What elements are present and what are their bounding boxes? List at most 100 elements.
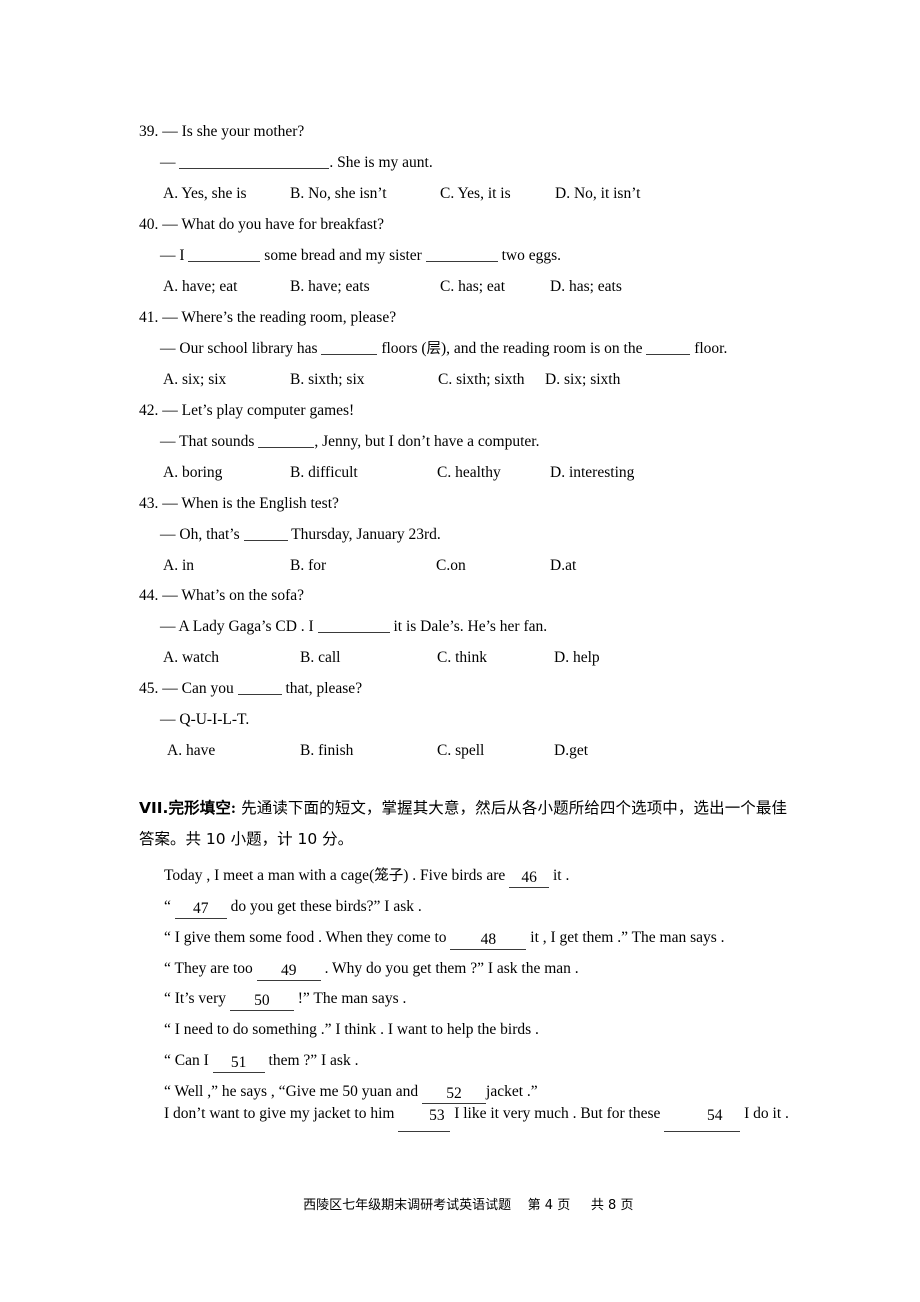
option-d[interactable]: D.at bbox=[550, 557, 576, 575]
option-a[interactable]: A. six; six bbox=[163, 371, 226, 389]
passage-text: it . bbox=[549, 867, 570, 884]
question-44-answer-line: — A Lady Gaga’s CD . I it is Dale’s. He’… bbox=[160, 618, 547, 636]
footer-gap-1 bbox=[511, 1198, 528, 1213]
question-41-number: 41. bbox=[139, 309, 159, 326]
fill-blank-49[interactable]: 49 bbox=[256, 962, 321, 981]
page-footer: 西陵区七年级期末调研考试英语试题 第 4 页 共 8 页 bbox=[0, 1179, 920, 1228]
final-para-mid: I like it very much . But for these bbox=[450, 1105, 665, 1122]
option-a[interactable]: A. boring bbox=[163, 464, 222, 482]
fill-blank-51[interactable]: 51 bbox=[212, 1054, 265, 1073]
option-d[interactable]: D.get bbox=[554, 742, 588, 760]
fill-blank[interactable] bbox=[188, 261, 261, 262]
option-b[interactable]: B. sixth; six bbox=[290, 371, 365, 389]
question-42-answer-line: — That sounds , Jenny, but I don’t have … bbox=[160, 433, 539, 451]
passage-text: it , I get them .” The man says . bbox=[526, 929, 725, 946]
answer-line-mid2: ), and the reading room is on the bbox=[441, 340, 647, 357]
question-39-prompt-text: — Is she your mother? bbox=[162, 123, 305, 140]
option-b[interactable]: B. No, she isn’t bbox=[290, 185, 387, 203]
option-c[interactable]: C. healthy bbox=[437, 464, 501, 482]
dash-prefix: — bbox=[160, 154, 180, 171]
answer-line-mid: floors ( bbox=[377, 340, 427, 357]
passage-text: . Why do you get them ?” I ask the man . bbox=[320, 960, 579, 977]
answer-line-tail: Thursday, January 23rd. bbox=[287, 526, 441, 543]
question-39-number: 39. bbox=[139, 123, 159, 140]
fill-blank-53[interactable]: 53 bbox=[398, 1100, 451, 1132]
final-para-post: I do it . bbox=[740, 1105, 789, 1122]
option-b[interactable]: B. difficult bbox=[290, 464, 358, 482]
option-c[interactable]: C. Yes, it is bbox=[440, 185, 511, 203]
option-d[interactable]: D. help bbox=[554, 649, 600, 667]
question-44-number: 44. bbox=[139, 587, 159, 604]
option-b[interactable]: B. for bbox=[290, 557, 326, 575]
option-a[interactable]: A. in bbox=[163, 557, 194, 575]
section-vii-instruction: 先通读下面的短文，掌握其大意，然后从各小题所给四个选项中，选出一个最佳答案。共 … bbox=[139, 799, 787, 848]
cloze-line: “ I give them some food . When they come… bbox=[139, 929, 725, 950]
fill-blank[interactable] bbox=[243, 540, 288, 541]
section-vii-heading: VII.完形填空: 先通读下面的短文，掌握其大意，然后从各小题所给四个选项中，选… bbox=[139, 793, 787, 855]
dash-prefix: — That sounds bbox=[160, 433, 259, 450]
passage-text: “ Can I bbox=[164, 1052, 213, 1069]
fill-blank-46[interactable]: 46 bbox=[509, 869, 550, 888]
passage-text: “ They are too bbox=[164, 960, 257, 977]
cloze-line: “ It’s very 50 !” The man says . bbox=[139, 990, 406, 1011]
fill-blank-50[interactable]: 50 bbox=[229, 992, 294, 1011]
option-a[interactable]: A. have; eat bbox=[163, 278, 237, 296]
exam-page: 39. — Is she your mother? — . She is my … bbox=[0, 0, 920, 1302]
final-para-pre: I don’t want to give my jacket to him bbox=[164, 1105, 399, 1122]
question-41-prompt: 41. — Where’s the reading room, please? bbox=[139, 309, 396, 327]
dash-prefix: — A Lady Gaga’s CD . I bbox=[160, 618, 318, 635]
fill-blank[interactable] bbox=[425, 261, 498, 262]
option-d[interactable]: D. has; eats bbox=[550, 278, 622, 296]
footer-page-number: 4 bbox=[544, 1198, 554, 1213]
footer-gap-4 bbox=[570, 1198, 591, 1213]
passage-text: “ It’s very bbox=[164, 990, 230, 1007]
cloze-line: Today , I meet a man with a cage(笼子) . F… bbox=[139, 867, 569, 888]
answer-line-tail: floor. bbox=[690, 340, 728, 357]
option-a[interactable]: A. Yes, she is bbox=[163, 185, 247, 203]
chinese-gloss: 笼子 bbox=[374, 868, 404, 884]
cloze-line: “ Can I 51 them ?” I ask . bbox=[139, 1052, 358, 1073]
option-d[interactable]: D. interesting bbox=[550, 464, 634, 482]
fill-blank[interactable] bbox=[179, 168, 330, 169]
option-a[interactable]: A. have bbox=[167, 742, 215, 760]
fill-blank[interactable] bbox=[237, 694, 282, 695]
question-40-prompt-text: — What do you have for breakfast? bbox=[162, 216, 385, 233]
fill-blank[interactable] bbox=[321, 354, 378, 355]
fill-blank[interactable] bbox=[317, 632, 390, 633]
footer-total-prefix: 共 bbox=[590, 1198, 604, 1213]
question-41-answer-line: — Our school library has floors (层), and… bbox=[160, 340, 727, 358]
question-44-prompt: 44. — What’s on the sofa? bbox=[139, 587, 304, 605]
option-c[interactable]: C. think bbox=[437, 649, 487, 667]
option-b[interactable]: B. call bbox=[300, 649, 340, 667]
answer-line-mid: some bread and my sister bbox=[260, 247, 426, 264]
option-c[interactable]: C. sixth; sixth bbox=[438, 371, 525, 389]
question-40-prompt: 40. — What do you have for breakfast? bbox=[139, 216, 384, 234]
fill-blank-47[interactable]: 47 bbox=[174, 900, 227, 919]
option-a[interactable]: A. watch bbox=[163, 649, 219, 667]
question-42-prompt-text: — Let’s play computer games! bbox=[162, 402, 355, 419]
fill-blank[interactable] bbox=[258, 447, 315, 448]
option-c[interactable]: C. spell bbox=[437, 742, 484, 760]
option-d[interactable]: D. No, it isn’t bbox=[555, 185, 640, 203]
passage-text: “ I need to do something .” I think . I … bbox=[164, 1021, 539, 1038]
chinese-gloss: 层 bbox=[426, 341, 442, 357]
dash-prefix: — Our school library has bbox=[160, 340, 322, 357]
passage-text: !” The man says . bbox=[293, 990, 407, 1007]
option-c[interactable]: C.on bbox=[436, 557, 466, 575]
dash-prefix: — Oh, that’s bbox=[160, 526, 244, 543]
question-45-prompt-post: that, please? bbox=[281, 680, 363, 697]
fill-blank[interactable] bbox=[646, 354, 691, 355]
fill-blank-54[interactable]: 54 bbox=[664, 1100, 741, 1132]
fill-blank-48[interactable]: 48 bbox=[450, 931, 527, 950]
dash-prefix: — I bbox=[160, 247, 189, 264]
option-b[interactable]: B. finish bbox=[300, 742, 353, 760]
option-d[interactable]: D. six; sixth bbox=[545, 371, 620, 389]
option-c[interactable]: C. has; eat bbox=[440, 278, 505, 296]
question-41-prompt-text: — Where’s the reading room, please? bbox=[162, 309, 397, 326]
question-45-prompt-pre: — Can you bbox=[162, 680, 238, 697]
question-43-number: 43. bbox=[139, 495, 159, 512]
question-43-prompt: 43. — When is the English test? bbox=[139, 495, 339, 513]
option-b[interactable]: B. have; eats bbox=[290, 278, 370, 296]
question-44-prompt-text: — What’s on the sofa? bbox=[162, 587, 305, 604]
passage-text: “ I give them some food . When they come… bbox=[164, 929, 451, 946]
